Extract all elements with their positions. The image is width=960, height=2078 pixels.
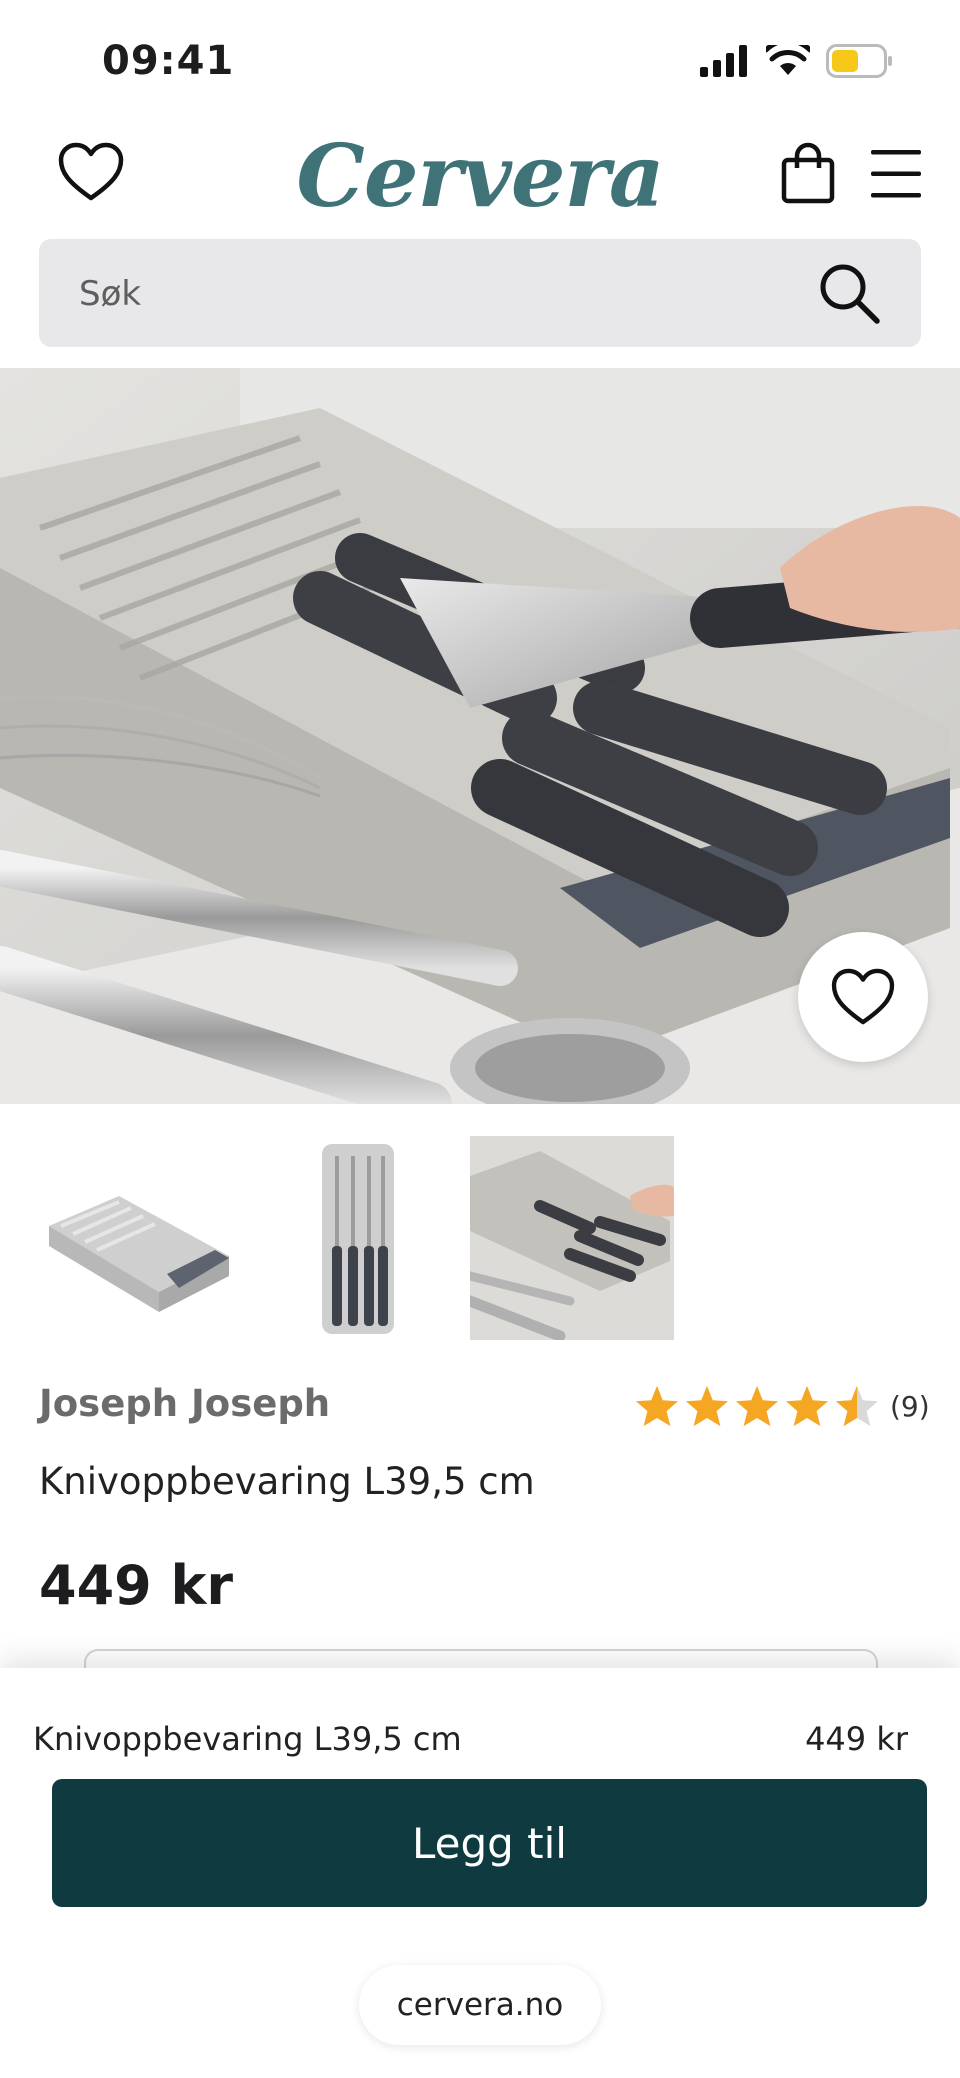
star-icon [735,1385,779,1427]
signal-icon [700,45,747,77]
menu-button[interactable] [866,146,926,202]
browser-address-pill[interactable]: cervera.no [359,1965,601,2045]
site-header: Cervera [0,120,960,230]
star-icon [635,1385,679,1427]
status-time: 09:41 [102,38,235,84]
battery-icon [826,44,892,78]
product-brand[interactable]: Joseph Joseph [39,1382,330,1425]
heart-icon [831,968,895,1025]
hamburger-icon [871,150,921,198]
status-icons [700,44,894,78]
status-bar: 09:41 [0,0,960,120]
search-bar[interactable] [39,239,921,347]
product-title: Knivoppbevaring L39,5 cm [39,1460,535,1503]
cart-button[interactable] [776,140,840,206]
thumbnail-2[interactable] [254,1136,458,1340]
thumbnail-3[interactable] [470,1136,674,1340]
thumbnail-1[interactable] [39,1136,243,1340]
sticky-product-name: Knivoppbevaring L39,5 cm [33,1720,462,1758]
sticky-add-to-cart-bar: Knivoppbevaring L39,5 cm 449 kr Legg til… [0,1668,960,2078]
hero-favorite-button[interactable] [798,932,928,1062]
product-rating[interactable]: (9) [634,1384,930,1428]
sticky-product-price: 449 kr [805,1720,908,1758]
star-icon [685,1385,729,1427]
search-input[interactable] [77,265,781,323]
wifi-icon [766,45,810,75]
thumbnail-strip [0,1136,960,1340]
add-to-cart-button[interactable]: Legg til [52,1779,927,1907]
search-icon[interactable] [817,261,881,325]
rating-count: (9) [890,1389,930,1423]
star-icon [785,1385,829,1427]
half-star-icon [835,1385,879,1427]
shopping-bag-icon [781,142,835,204]
product-price: 449 kr [39,1554,234,1617]
